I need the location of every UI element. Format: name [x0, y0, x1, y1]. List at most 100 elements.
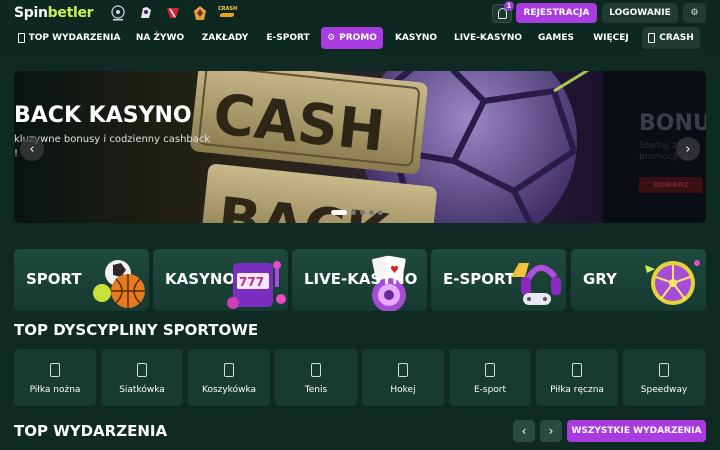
- nav-label: LIVE-KASYNO: [453, 33, 523, 43]
- carousel-dot[interactable]: [331, 210, 347, 215]
- carousel-dots: [331, 210, 383, 215]
- events-section-title: TOP WYDARZENIA: [14, 422, 168, 440]
- phone-icon: [659, 363, 669, 377]
- gamepad-headphones-icon: [505, 255, 566, 309]
- nav-wiecej[interactable]: WIĘCEJ: [586, 27, 636, 49]
- sport-label: Tenis: [304, 385, 328, 395]
- champions-league-logo[interactable]: [109, 4, 127, 22]
- hero-artwork: CASH BACK: [190, 71, 590, 223]
- gear-icon: ⚙: [327, 33, 336, 43]
- sports-balls-icon: [88, 255, 148, 309]
- chevron-left-icon: ‹: [29, 141, 35, 157]
- sport-label: Piłka ręczna: [550, 385, 604, 395]
- nav-label: GAMES: [538, 33, 574, 43]
- svg-text:777: 777: [239, 275, 264, 289]
- sport-tile-tenis[interactable]: Tenis: [275, 349, 357, 406]
- sport-tile-pilka-reczna[interactable]: Piłka ręczna: [536, 349, 618, 406]
- nav-promo[interactable]: ⚙ PROMO: [321, 27, 383, 49]
- sport-label: E-sport: [473, 385, 507, 395]
- sport-tile-koszykowka[interactable]: Koszykówka: [188, 349, 270, 406]
- all-events-button[interactable]: WSZYSTKIE WYDARZENIA: [567, 420, 706, 442]
- category-gry[interactable]: GRY: [571, 249, 706, 311]
- category-live-kasyno[interactable]: ♥ LIVE-KASYNO: [292, 249, 427, 311]
- carousel-dot[interactable]: [351, 210, 356, 215]
- hero-title: BACK KASYNO: [14, 103, 192, 128]
- carousel-dot[interactable]: [369, 210, 374, 215]
- sport-tile-hokej[interactable]: Hokej: [362, 349, 444, 406]
- register-button[interactable]: REJESTRACJA: [516, 3, 597, 23]
- sport-tile-pilka-nozna[interactable]: Piłka nożna: [14, 349, 96, 406]
- nav-label: KASYNO: [394, 33, 438, 43]
- nav-na-zywo[interactable]: NA ŻYWO: [130, 27, 190, 49]
- events-prev-button[interactable]: ‹: [513, 420, 535, 442]
- hero-prev-arrow[interactable]: ‹: [20, 137, 44, 161]
- sport-label: Koszykówka: [201, 385, 257, 395]
- wheel-of-fortune-icon: [641, 255, 703, 311]
- phone-icon: [224, 363, 234, 377]
- next-slide-button[interactable]: ODBIERZ: [639, 177, 703, 193]
- hero-next-arrow[interactable]: ›: [676, 137, 700, 161]
- notification-badge: 1: [504, 1, 514, 11]
- nav-crash[interactable]: CRASH: [642, 27, 700, 49]
- sport-tile-speedway[interactable]: Speedway: [623, 349, 705, 406]
- nav-label: E-SPORT: [266, 33, 310, 43]
- nav-label: WIĘCEJ: [593, 33, 629, 43]
- category-label: GRY: [583, 270, 617, 288]
- next-slide-subtitle: Startuj z: [639, 141, 677, 151]
- phone-icon: [572, 363, 582, 377]
- hero-slide-active[interactable]: CASH BACK BACK KASYNO kluzywne bonusy i …: [14, 71, 603, 223]
- crash-logo[interactable]: CRASH: [218, 6, 238, 20]
- logo-text-betler: betler: [47, 5, 94, 21]
- next-slide-title: BONU: [639, 111, 706, 136]
- sport-label: Speedway: [640, 385, 688, 395]
- nav-games[interactable]: GAMES: [531, 27, 581, 49]
- nav-top-wydarzenia[interactable]: TOP WYDARZENIA: [16, 27, 122, 49]
- sport-tile-e-sport[interactable]: E-sport: [449, 349, 531, 406]
- category-sport[interactable]: SPORT: [14, 249, 149, 311]
- category-kasyno[interactable]: KASYNO 777: [153, 249, 288, 311]
- phone-icon: [648, 33, 656, 43]
- login-button[interactable]: LOGOWANIE: [602, 3, 678, 23]
- crash-logo-bar: [219, 13, 235, 17]
- phone-icon: [398, 363, 408, 377]
- events-next-button[interactable]: ›: [540, 420, 562, 442]
- main-nav: TOP WYDARZENIA NA ŻYWO ZAKŁADY E-SPORT ⚙…: [0, 26, 720, 51]
- carousel-dot[interactable]: [378, 210, 383, 215]
- category-e-sport[interactable]: E-SPORT: [431, 249, 566, 311]
- phone-icon: [137, 363, 147, 377]
- nav-label: PROMO: [339, 33, 377, 43]
- nav-kasyno[interactable]: KASYNO: [388, 27, 444, 49]
- nav-label: NA ŻYWO: [135, 33, 185, 43]
- hero-subtitle: kluzywne bonusy i codzienny cashback: [14, 134, 211, 145]
- nav-label: CRASH: [659, 33, 694, 43]
- hero-subtitle-2: !: [14, 148, 19, 159]
- crash-logo-text: CRASH: [218, 6, 238, 12]
- chevron-left-icon: ‹: [521, 424, 527, 438]
- nav-live-kasyno[interactable]: LIVE-KASYNO: [450, 27, 526, 49]
- logo[interactable]: Spinbetler: [14, 5, 94, 21]
- sport-label: Hokej: [390, 385, 416, 395]
- logo-text-spin: Spin: [14, 5, 48, 21]
- phone-icon: [311, 363, 321, 377]
- premier-league-logo[interactable]: [137, 4, 155, 22]
- sport-label: Piłka nożna: [29, 385, 81, 395]
- nav-zaklady[interactable]: ZAKŁADY: [196, 27, 254, 49]
- top-bar: Spinbetler CRASH 1 REJESTRACJA LOGOWANIE…: [0, 0, 720, 26]
- nav-label: ZAKŁADY: [201, 33, 249, 43]
- phone-icon: [50, 363, 60, 377]
- sport-tile-siatkowka[interactable]: Siatkówka: [101, 349, 183, 406]
- nav-e-sport[interactable]: E-SPORT: [260, 27, 316, 49]
- sport-label: Siatkówka: [119, 385, 165, 395]
- nav-label: TOP WYDARZENIA: [28, 33, 121, 43]
- settings-button[interactable]: ⚙: [683, 3, 706, 23]
- chevron-right-icon: ›: [548, 424, 554, 438]
- category-label: SPORT: [26, 270, 82, 288]
- slot-machine-icon: 777: [225, 255, 287, 309]
- phone-icon: [17, 33, 25, 43]
- team-crest-red[interactable]: [164, 4, 182, 22]
- club-crest[interactable]: [191, 4, 209, 22]
- hero-carousel[interactable]: CASH BACK BACK KASYNO kluzywne bonusy i …: [14, 71, 706, 223]
- phone-icon: [485, 363, 495, 377]
- category-label: LIVE-KASYNO: [304, 270, 418, 288]
- carousel-dot[interactable]: [360, 210, 365, 215]
